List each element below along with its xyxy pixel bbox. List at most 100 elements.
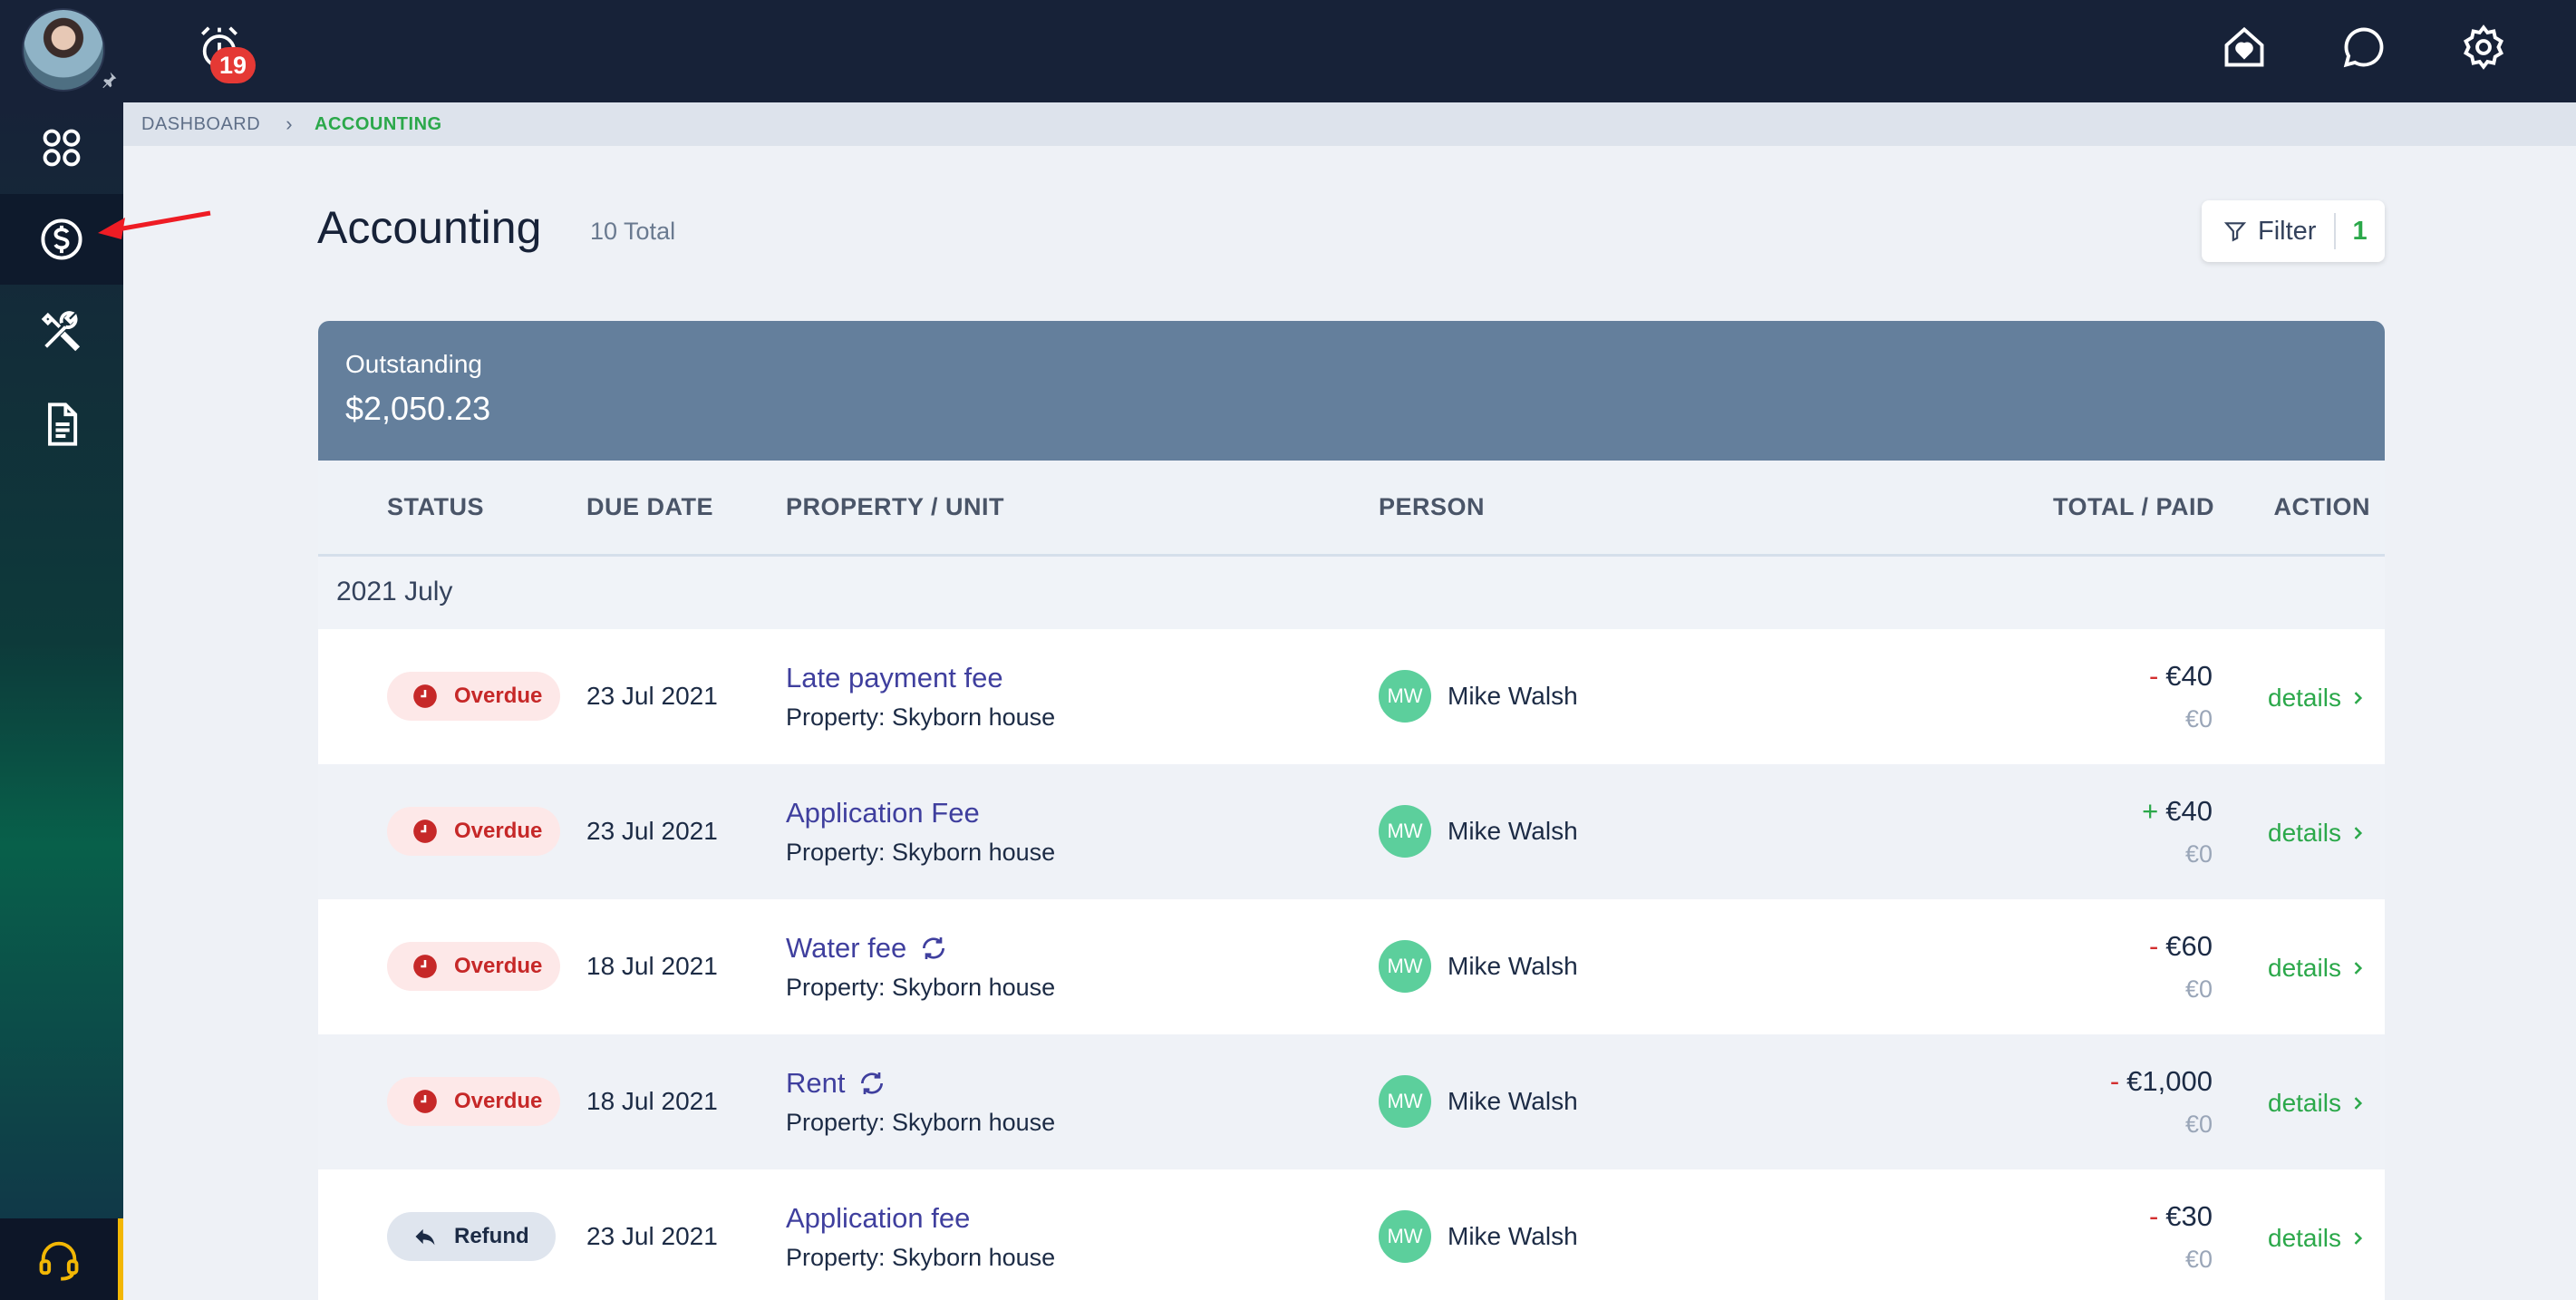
dashboard-grid-icon bbox=[43, 129, 81, 167]
amount-sign: - bbox=[2148, 930, 2159, 962]
details-link[interactable]: details bbox=[2268, 1089, 2367, 1118]
charge-title-link[interactable]: Water fee bbox=[786, 932, 948, 965]
due-date: 18 Jul 2021 bbox=[586, 952, 718, 980]
person-avatar: MW bbox=[1379, 940, 1431, 993]
pin-icon[interactable] bbox=[100, 71, 118, 89]
status-badge: Overdue bbox=[387, 1077, 560, 1126]
outstanding-label: Outstanding bbox=[345, 350, 482, 378]
paid-amount: €0 bbox=[2184, 705, 2213, 732]
amount-value: €40 bbox=[2165, 795, 2213, 827]
column-person[interactable]: PERSON bbox=[1379, 493, 1485, 521]
status-badge: Overdue bbox=[387, 807, 560, 856]
breadcrumb: DASHBOARD › ACCOUNTING bbox=[123, 102, 2576, 146]
person-avatar: MW bbox=[1379, 805, 1431, 858]
charge-title-link[interactable]: Late payment fee bbox=[786, 662, 1003, 694]
details-link[interactable]: details bbox=[2268, 1224, 2367, 1253]
filter-divider bbox=[2334, 213, 2337, 249]
column-property-unit[interactable]: PROPERTY / UNIT bbox=[786, 493, 1004, 521]
property-label: Property: Skyborn house bbox=[786, 974, 1056, 1001]
gear-icon[interactable] bbox=[2460, 24, 2507, 71]
details-link[interactable]: details bbox=[2268, 684, 2367, 713]
accounting-card: Outstanding $2,050.23 STATUS DUE DATE PR… bbox=[318, 321, 2385, 1300]
filter-button[interactable]: Filter 1 bbox=[2202, 200, 2385, 262]
user-avatar[interactable] bbox=[22, 8, 105, 92]
amount-value: €1,000 bbox=[2126, 1065, 2213, 1097]
clock-icon bbox=[413, 955, 437, 978]
filter-count: 1 bbox=[2352, 216, 2368, 246]
person-name: Mike Walsh bbox=[1448, 952, 1578, 980]
property-label: Property: Skyborn house bbox=[786, 839, 1056, 866]
chevron-right-icon: › bbox=[286, 112, 294, 135]
amount-sign: - bbox=[2109, 1065, 2120, 1097]
details-link[interactable]: details bbox=[2268, 954, 2367, 983]
reply-arrow-icon bbox=[415, 1228, 435, 1246]
details-label: details bbox=[2268, 684, 2341, 712]
property-label: Property: Skyborn house bbox=[786, 1109, 1056, 1136]
charge-title: Rent bbox=[786, 1067, 846, 1099]
support-button[interactable] bbox=[0, 1218, 123, 1300]
table-row[interactable]: Overdue 23 Jul 2021 Application Fee Propert… bbox=[318, 764, 2385, 899]
total-amount: - €60 bbox=[2149, 930, 2213, 963]
table-row[interactable]: Overdue 18 Jul 2021 Rent Property: Skyborn … bbox=[318, 1034, 2385, 1169]
property-label: Property: Skyborn house bbox=[786, 1244, 1056, 1271]
clock-icon bbox=[413, 820, 437, 843]
home-heart-icon[interactable] bbox=[2221, 24, 2268, 71]
person-avatar: MW bbox=[1379, 670, 1431, 723]
status-badge: Overdue bbox=[387, 942, 560, 991]
table-row[interactable]: Overdue 23 Jul 2021 Late payment fee Proper… bbox=[318, 629, 2385, 764]
column-due-date[interactable]: DUE DATE bbox=[586, 493, 713, 521]
document-icon bbox=[48, 403, 78, 446]
status-label: Refund bbox=[454, 1224, 529, 1248]
person-name: Mike Walsh bbox=[1448, 682, 1578, 710]
total-count: 10 Total bbox=[590, 218, 676, 245]
table-body: Overdue 23 Jul 2021 Late payment fee Proper… bbox=[318, 629, 2385, 1300]
amount-sign: + bbox=[2142, 795, 2159, 827]
breadcrumb-dashboard[interactable]: DASHBOARD bbox=[141, 114, 260, 135]
total-amount: - €1,000 bbox=[2110, 1065, 2213, 1098]
column-status[interactable]: STATUS bbox=[387, 493, 484, 521]
recurring-icon bbox=[861, 1072, 884, 1094]
notification-badge[interactable]: 19 bbox=[210, 47, 256, 83]
sidebar-item-documents[interactable] bbox=[0, 379, 123, 470]
amount-value: €30 bbox=[2165, 1200, 2213, 1232]
total-amount: - €30 bbox=[2149, 1200, 2213, 1233]
amount-value: €60 bbox=[2165, 930, 2213, 962]
page-title: Accounting bbox=[317, 202, 542, 253]
status-label: Overdue bbox=[454, 1089, 543, 1113]
person-name: Mike Walsh bbox=[1448, 1222, 1578, 1250]
status-label: Overdue bbox=[454, 684, 543, 708]
status-label: Overdue bbox=[454, 819, 543, 843]
clock-icon bbox=[413, 1090, 437, 1113]
table-header: STATUS DUE DATE PROPERTY / UNIT PERSON T… bbox=[318, 461, 2385, 557]
annotation-arrow-icon bbox=[98, 210, 211, 239]
paid-amount: €0 bbox=[2184, 1246, 2213, 1273]
paid-amount: €0 bbox=[2184, 975, 2213, 1003]
details-link[interactable]: details bbox=[2268, 819, 2367, 848]
chevron-right-icon bbox=[2354, 1232, 2363, 1245]
sidebar-item-dashboard[interactable] bbox=[0, 102, 123, 193]
sidebar-item-maintenance[interactable] bbox=[0, 286, 123, 376]
status-badge: Overdue bbox=[387, 672, 560, 721]
accounting-dollar-icon bbox=[41, 218, 82, 260]
status-label: Overdue bbox=[454, 954, 543, 978]
details-label: details bbox=[2268, 954, 2341, 982]
headset-icon bbox=[39, 1241, 79, 1281]
table-row[interactable]: Refund 23 Jul 2021 Application fee Property… bbox=[318, 1169, 2385, 1300]
column-total-paid[interactable]: TOTAL / PAID bbox=[2053, 493, 2214, 521]
group-header: 2021 July bbox=[318, 557, 2385, 629]
due-date: 23 Jul 2021 bbox=[586, 682, 718, 710]
due-date: 23 Jul 2021 bbox=[586, 1222, 718, 1250]
due-date: 23 Jul 2021 bbox=[586, 817, 718, 845]
status-badge: Refund bbox=[387, 1212, 556, 1261]
total-amount: - €40 bbox=[2149, 660, 2213, 693]
property-label: Property: Skyborn house bbox=[786, 703, 1056, 731]
chat-icon[interactable] bbox=[2340, 24, 2387, 71]
person-avatar: MW bbox=[1379, 1075, 1431, 1128]
person-name: Mike Walsh bbox=[1448, 817, 1578, 845]
charge-title-link[interactable]: Application fee bbox=[786, 1202, 970, 1235]
sidebar bbox=[0, 102, 123, 1300]
table-row[interactable]: Overdue 18 Jul 2021 Water fee Property: Sky… bbox=[318, 899, 2385, 1034]
charge-title-link[interactable]: Application Fee bbox=[786, 797, 980, 829]
charge-title-link[interactable]: Rent bbox=[786, 1067, 886, 1100]
outstanding-value: $2,050.23 bbox=[345, 390, 491, 427]
